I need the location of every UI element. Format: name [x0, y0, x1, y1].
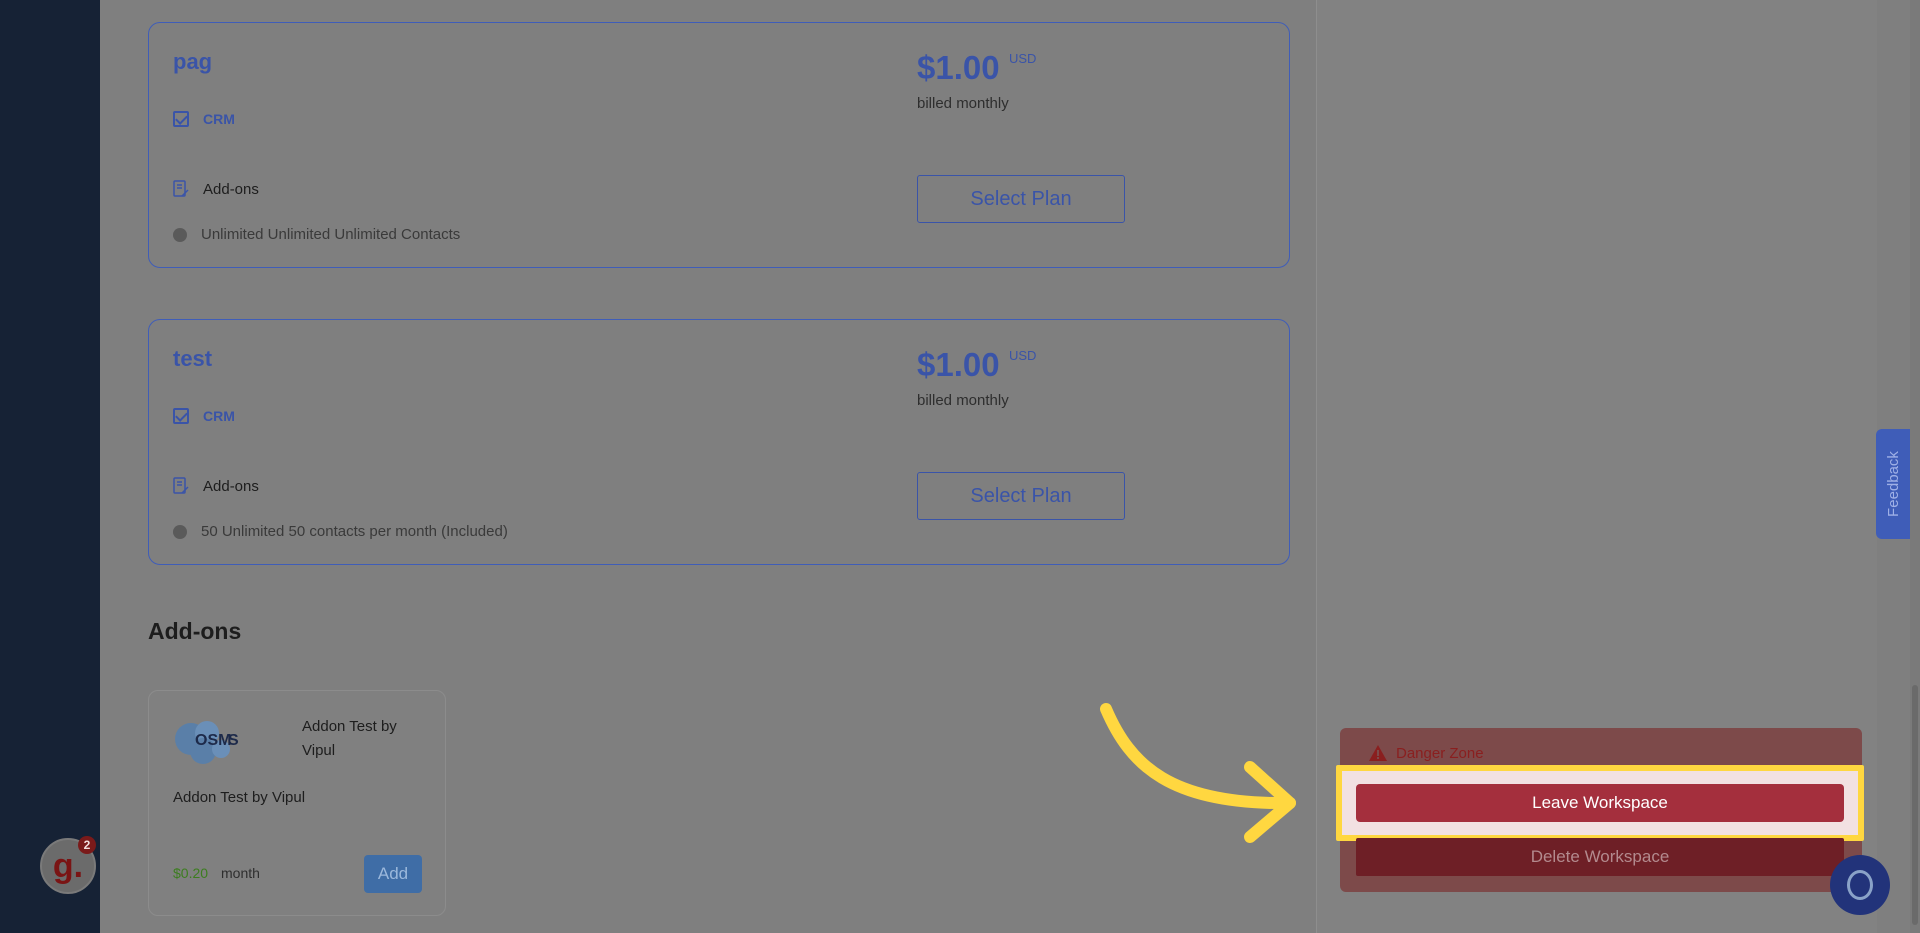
plan-addons-row: Add-ons: [173, 477, 259, 495]
addons-heading: Add-ons: [148, 618, 242, 644]
select-plan-button[interactable]: Select Plan: [917, 472, 1125, 520]
notification-badge: 2: [78, 836, 96, 854]
plan-contacts-label: Unlimited Unlimited Unlimited Contacts: [201, 226, 461, 243]
plan-currency: USD: [1009, 51, 1037, 66]
leave-workspace-button[interactable]: Leave Workspace: [1356, 784, 1844, 822]
add-addon-button[interactable]: Add: [364, 855, 422, 893]
warning-icon: [1369, 745, 1387, 761]
plan-name: test: [173, 346, 213, 371]
plan-contacts-row: Unlimited Unlimited Unlimited Contacts: [173, 226, 460, 243]
delete-workspace-button[interactable]: Delete Workspace: [1356, 838, 1844, 876]
osmos-logo: OSM S: [175, 721, 239, 764]
plan-price: $1.00: [917, 346, 1000, 383]
feedback-tab[interactable]: Feedback: [1876, 429, 1910, 539]
select-plan-button[interactable]: Select Plan: [917, 175, 1125, 223]
danger-zone-header: Danger Zone: [1368, 744, 1484, 762]
plan-addons-label: Add-ons: [203, 180, 259, 198]
addon-title: Addon Test by Vipul: [302, 718, 397, 759]
document-edit-icon: [173, 477, 189, 494]
dot-icon: [173, 524, 187, 539]
checkbox-checked-icon[interactable]: [173, 111, 189, 127]
plan-addons-label: Add-ons: [203, 477, 259, 495]
plan-feature-label: CRM: [203, 408, 235, 424]
svg-text:OSM: OSM: [195, 732, 231, 749]
checkbox-checked-icon[interactable]: [173, 408, 189, 424]
addon-card: OSM S Addon Test by Vipul Addon Test by …: [148, 690, 446, 916]
svg-text:S: S: [228, 732, 239, 749]
plan-feature-row: CRM: [173, 111, 235, 127]
addon-period: month: [221, 865, 260, 881]
sidebar: [0, 0, 100, 933]
plan-price: $1.00: [917, 49, 1000, 86]
plan-feature-row: CRM: [173, 408, 235, 424]
chat-ring-icon: [1847, 870, 1873, 900]
document-edit-icon: [173, 180, 189, 197]
curved-arrow-icon: [1100, 703, 1296, 843]
plan-name: pag: [173, 49, 213, 74]
danger-zone-label: Danger Zone: [1396, 744, 1484, 762]
plan-billing: billed monthly: [917, 95, 1009, 112]
plan-addons-row: Add-ons: [173, 180, 259, 198]
plan-contacts-row: 50 Unlimited 50 contacts per month (Incl…: [173, 523, 508, 540]
addon-description: Addon Test by Vipul: [173, 789, 306, 806]
plan-card-pag: pag CRM Add-ons Unlimited Unlimited Unli…: [148, 22, 1290, 268]
plan-card-test: test CRM Add-ons 50 Unlimited 50 contact…: [148, 319, 1290, 565]
plan-currency: USD: [1009, 348, 1037, 363]
scrollbar-thumb[interactable]: [1912, 685, 1918, 925]
plan-billing: billed monthly: [917, 392, 1009, 409]
feedback-label: Feedback: [1884, 451, 1902, 517]
chat-bubble-icon[interactable]: [1830, 855, 1890, 915]
dot-icon: [173, 227, 187, 242]
plan-contacts-label: 50 Unlimited 50 contacts per month (Incl…: [201, 523, 508, 540]
plan-feature-label: CRM: [203, 111, 235, 127]
addon-price: $0.20: [173, 865, 209, 881]
